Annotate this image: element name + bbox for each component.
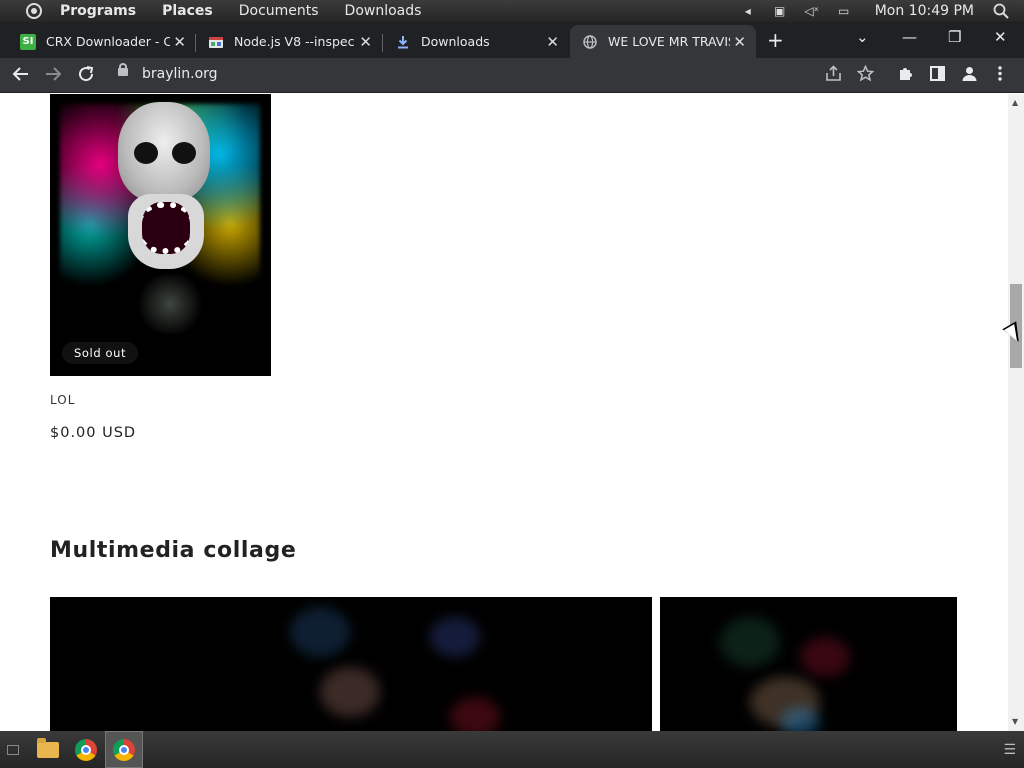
minimize-window-icon[interactable]: — (902, 28, 917, 46)
close-window-icon[interactable]: ✕ (994, 28, 1007, 46)
sold-out-badge: Sold out (62, 342, 139, 364)
skull-head (118, 102, 210, 202)
chrome-window-taskbar-button[interactable] (105, 731, 143, 768)
system-menu-downloads[interactable]: Downloads (345, 3, 422, 19)
restore-window-icon[interactable]: ❐ (948, 28, 961, 46)
taskbar-menu-icon[interactable]: ☰ (1003, 742, 1016, 758)
product-title[interactable]: LOL (50, 393, 75, 407)
system-menu-bar: Programs Places Documents Downloads (60, 3, 447, 19)
reload-icon[interactable] (77, 65, 95, 88)
tray-arrow-icon[interactable]: ◂ (739, 3, 757, 19)
tab-downloads[interactable]: Downloads ✕ (383, 25, 569, 58)
system-menu-logo-icon[interactable] (26, 3, 42, 19)
system-tray: ◂ ▣ ◁ˣ ▭ Mon 10:49 PM (739, 0, 1024, 22)
close-tab-icon[interactable]: ✕ (733, 33, 746, 51)
page-viewport: Sold out LOL $0.00 USD Multimedia collag… (0, 94, 1008, 731)
dust-particles (130, 274, 210, 334)
side-panel-icon[interactable] (929, 65, 946, 87)
splatter (720, 617, 780, 667)
bookmark-star-icon[interactable] (856, 64, 875, 87)
tab-we-love-mr-travis[interactable]: WE LOVE MR TRAVIS – ✕ (570, 25, 756, 58)
collage-image-small[interactable] (660, 597, 957, 731)
section-heading: Multimedia collage (50, 538, 297, 563)
browser-toolbar: braylin.org (0, 58, 1024, 93)
splatter (290, 607, 350, 657)
splatter (320, 667, 380, 717)
profile-avatar-icon[interactable] (961, 65, 978, 87)
chrome-icon (75, 738, 97, 761)
splatter (800, 637, 850, 677)
product-image-skull[interactable] (50, 94, 271, 376)
close-tab-icon[interactable]: ✕ (173, 33, 186, 51)
volume-muted-icon[interactable]: ◁ˣ (803, 3, 821, 19)
skull-eye (134, 142, 158, 164)
show-desktop-icon[interactable] (7, 744, 19, 755)
skull-eye (172, 142, 196, 164)
system-menu-documents[interactable]: Documents (239, 3, 319, 19)
splatter (430, 617, 480, 657)
close-tab-icon[interactable]: ✕ (359, 33, 372, 51)
system-menu-programs[interactable]: Programs (60, 3, 136, 19)
tab-title: Node.js V8 --inspector (234, 34, 354, 49)
splatter (780, 707, 820, 731)
download-icon (395, 34, 411, 50)
tab-title: WE LOVE MR TRAVIS – (608, 34, 730, 49)
search-icon[interactable] (992, 3, 1010, 19)
nodejs-inspector-icon (208, 34, 224, 50)
skull-mouth (142, 202, 190, 254)
forward-arrow-icon[interactable] (44, 65, 62, 88)
back-arrow-icon[interactable] (12, 65, 30, 88)
system-clock[interactable]: Mon 10:49 PM (875, 3, 974, 19)
collage-image-large[interactable] (50, 597, 652, 731)
browser-tab-strip: SI CRX Downloader - Chr ✕ Node.js V8 --i… (0, 22, 1024, 58)
notification-icon[interactable]: ▭ (835, 3, 853, 19)
lock-icon[interactable] (118, 63, 128, 76)
chrome-launcher[interactable] (67, 731, 105, 768)
system-menu-places[interactable]: Places (162, 3, 213, 19)
file-manager-launcher[interactable] (29, 731, 67, 768)
crx-downloader-icon: SI (20, 33, 36, 50)
chrome-icon (113, 738, 135, 761)
tab-search-chevron-down-icon[interactable]: ⌄ (856, 28, 869, 46)
scroll-up-arrow-icon[interactable]: ▲ (1012, 98, 1018, 107)
tab-nodejs-inspector[interactable]: Node.js V8 --inspector ✕ (196, 25, 382, 58)
product-price: $0.00 USD (50, 425, 137, 441)
splatter (450, 697, 500, 731)
extensions-puzzle-icon[interactable] (897, 65, 914, 87)
globe-icon (582, 34, 598, 50)
close-tab-icon[interactable]: ✕ (546, 33, 559, 51)
share-icon[interactable] (825, 65, 842, 87)
tab-title: Downloads (421, 34, 490, 49)
address-bar-url[interactable]: braylin.org (142, 66, 218, 82)
system-top-panel: Programs Places Documents Downloads ◂ ▣ … (0, 0, 1024, 22)
page-scrollbar[interactable]: ▲ ▼ (1008, 94, 1024, 731)
system-taskbar: ☰ (0, 731, 1024, 768)
tab-crx-downloader[interactable]: SI CRX Downloader - Chr ✕ (8, 25, 196, 58)
new-tab-plus-icon[interactable]: + (767, 28, 784, 52)
skull-jaw (128, 194, 204, 269)
browser-menu-kebab-icon[interactable] (996, 65, 1004, 87)
tab-title: CRX Downloader - Chr (46, 34, 170, 49)
network-icon[interactable]: ▣ (771, 3, 789, 19)
folder-icon (37, 737, 59, 758)
scroll-down-arrow-icon[interactable]: ▼ (1012, 717, 1018, 726)
